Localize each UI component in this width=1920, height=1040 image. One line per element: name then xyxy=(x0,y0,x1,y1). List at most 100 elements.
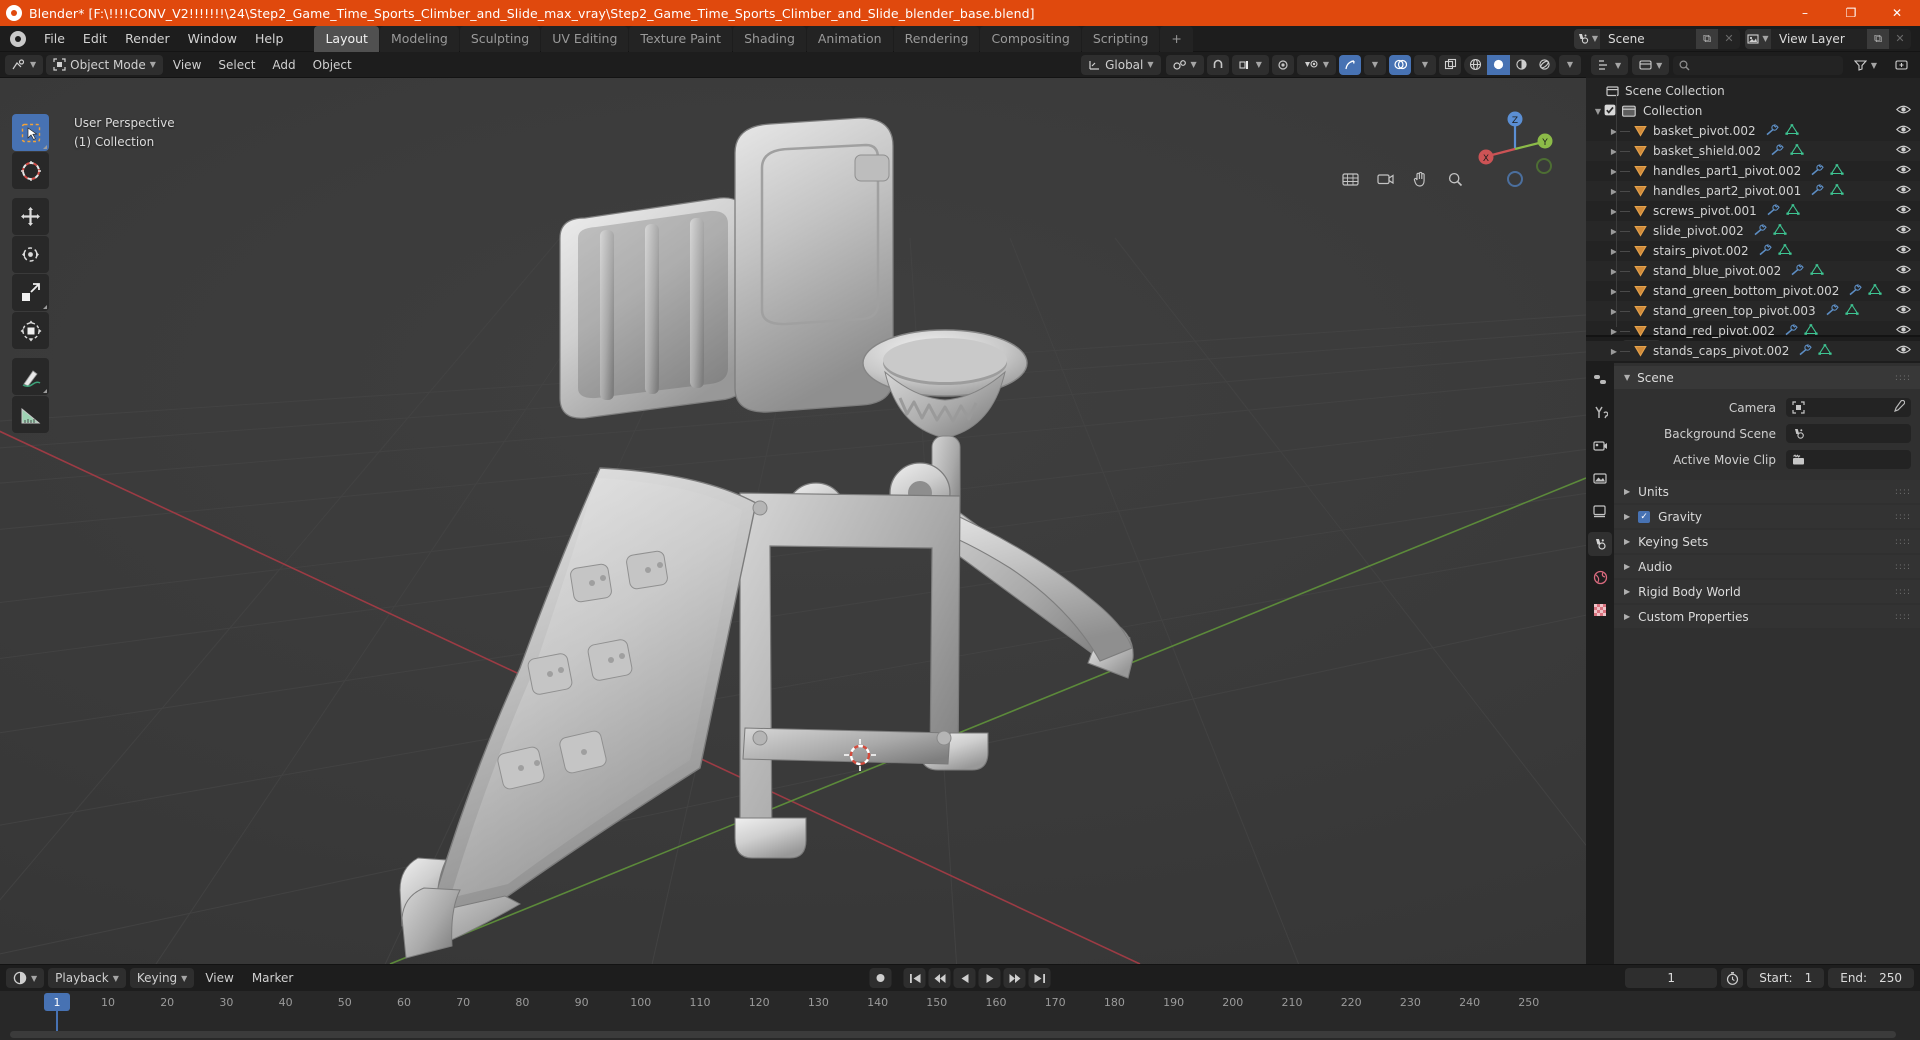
eyedropper-icon[interactable] xyxy=(1893,399,1906,415)
gizmo-dropdown[interactable]: ▼ xyxy=(1364,54,1386,75)
end-frame-field[interactable]: End: 250 xyxy=(1828,968,1914,988)
modifier-icon[interactable] xyxy=(1765,123,1779,139)
timeline-body[interactable] xyxy=(0,1011,1920,1040)
expand-arrow[interactable]: ▶ xyxy=(1608,287,1620,296)
panel-expand-arrow[interactable]: ▶ xyxy=(1624,587,1630,596)
jump-to-end-button[interactable] xyxy=(1028,968,1051,988)
menu-edit[interactable]: Edit xyxy=(74,28,116,49)
expand-arrow[interactable]: ▶ xyxy=(1608,187,1620,196)
prop-tab-scene[interactable] xyxy=(1588,532,1612,556)
shading-dropdown[interactable]: ▼ xyxy=(1559,54,1581,75)
outliner-row-scene-collection[interactable]: ▶ Scene Collection xyxy=(1586,81,1920,101)
outliner-item-row[interactable]: ▶ stands_caps_pivot.002 xyxy=(1586,341,1920,361)
active-movie-clip-field[interactable] xyxy=(1786,450,1911,469)
panel-expand-arrow[interactable]: ▶ xyxy=(1624,562,1630,571)
viewport-menu-select[interactable]: Select xyxy=(211,55,262,75)
prop-tab-tool[interactable] xyxy=(1588,400,1612,424)
outliner-item-row[interactable]: ▶ screws_pivot.001 xyxy=(1586,201,1920,221)
tab-modeling[interactable]: Modeling xyxy=(379,25,459,52)
outliner-item-row[interactable]: ▶ stand_green_bottom_pivot.002 xyxy=(1586,281,1920,301)
object-visibility-icon[interactable] xyxy=(1896,244,1911,258)
gizmo-toggle[interactable] xyxy=(1339,54,1361,75)
menu-render[interactable]: Render xyxy=(116,28,179,49)
timeline-editor-type[interactable]: ▼ xyxy=(6,968,45,988)
modifier-icon[interactable] xyxy=(1770,143,1784,159)
start-frame-field[interactable]: Start: 1 xyxy=(1747,968,1825,988)
tool-scale[interactable] xyxy=(12,274,49,311)
properties-editor[interactable]: ▼ Scene ▼ Scene :::: xyxy=(1586,337,1920,964)
object-visibility-icon[interactable] xyxy=(1896,164,1911,178)
property-panel-gravity[interactable]: ▶ ✓ Gravity:::: xyxy=(1614,505,1920,528)
prop-tab-texture[interactable] xyxy=(1588,598,1612,622)
outliner-display-mode[interactable]: ▼ xyxy=(1632,55,1670,75)
blender-menu-icon[interactable] xyxy=(10,30,26,47)
overlays-toggle[interactable] xyxy=(1389,54,1411,75)
play-button[interactable] xyxy=(978,968,1001,988)
new-scene-button[interactable]: ⧉ xyxy=(1696,28,1718,49)
outliner-item-row[interactable]: ▶ handles_part2_pivot.001 xyxy=(1586,181,1920,201)
outliner-search-input[interactable] xyxy=(1673,55,1843,75)
tab-add-workspace[interactable]: + xyxy=(1160,25,1193,52)
mesh-data-icon[interactable] xyxy=(1778,243,1792,259)
tab-rendering[interactable]: Rendering xyxy=(893,25,980,52)
tool-cursor[interactable] xyxy=(12,152,49,189)
tool-annotate[interactable] xyxy=(12,358,49,395)
mesh-data-icon[interactable] xyxy=(1790,143,1804,159)
new-view-layer-button[interactable]: ⧉ xyxy=(1867,28,1889,49)
outliner-item-row[interactable]: ▶ stairs_pivot.002 xyxy=(1586,241,1920,261)
property-panel-audio[interactable]: ▶ Audio:::: xyxy=(1614,555,1920,578)
outliner-filter-button[interactable]: ▼ xyxy=(1847,55,1884,75)
outliner-new-collection-button[interactable] xyxy=(1888,55,1915,75)
expand-arrow[interactable]: ▶ xyxy=(1608,247,1620,256)
object-visibility-icon[interactable] xyxy=(1896,184,1911,198)
object-visibility-icon[interactable] xyxy=(1896,264,1911,278)
tool-transform[interactable] xyxy=(12,312,49,349)
mesh-data-icon[interactable] xyxy=(1868,283,1883,299)
proportional-falloff-toggle[interactable] xyxy=(1271,54,1294,75)
toggle-camera-view-icon[interactable] xyxy=(1337,166,1363,192)
viewport-menu-add[interactable]: Add xyxy=(265,55,302,75)
mesh-data-icon[interactable] xyxy=(1804,323,1818,339)
shading-material-preview[interactable] xyxy=(1510,55,1533,75)
proportional-editing-selector[interactable]: ▼ xyxy=(1231,54,1269,75)
expand-arrow[interactable]: ▶ xyxy=(1608,207,1620,216)
outliner-item-row[interactable]: ▶ slide_pivot.002 xyxy=(1586,221,1920,241)
shading-wireframe[interactable] xyxy=(1464,55,1487,75)
jump-to-start-button[interactable] xyxy=(903,968,926,988)
panel-expand-arrow[interactable]: ▶ xyxy=(1624,487,1630,496)
property-panel-keying-sets[interactable]: ▶ Keying Sets:::: xyxy=(1614,530,1920,553)
outliner-item-row[interactable]: ▶ stand_red_pivot.002 xyxy=(1586,321,1920,341)
scene-panel-header[interactable]: ▼ Scene :::: xyxy=(1614,366,1920,389)
background-scene-field[interactable] xyxy=(1786,424,1911,443)
modifier-icon[interactable] xyxy=(1810,163,1824,179)
tab-scripting[interactable]: Scripting xyxy=(1081,25,1160,52)
expand-arrow[interactable]: ▶ xyxy=(1608,147,1620,156)
shading-solid[interactable] xyxy=(1487,54,1510,75)
prop-tab-render[interactable] xyxy=(1588,433,1612,457)
mesh-data-icon[interactable] xyxy=(1773,223,1787,239)
xray-toggle[interactable] xyxy=(1439,54,1461,75)
shading-rendered[interactable] xyxy=(1533,55,1556,75)
expand-arrow[interactable]: ▶ xyxy=(1608,327,1620,336)
expand-arrow[interactable]: ▶ xyxy=(1608,127,1620,136)
object-visibility-icon[interactable] xyxy=(1896,324,1911,338)
tab-layout[interactable]: Layout xyxy=(314,25,379,52)
transform-orientation-selector[interactable]: Global ▼ xyxy=(1081,54,1161,75)
camera-view-icon[interactable] xyxy=(1372,166,1398,192)
modifier-icon[interactable] xyxy=(1810,183,1824,199)
3d-viewport[interactable]: ▼ Object Mode ▼ View Select Add Object G… xyxy=(0,52,1586,964)
current-frame-field[interactable]: 1 xyxy=(1625,968,1718,988)
menu-file[interactable]: File xyxy=(35,28,74,49)
mesh-data-icon[interactable] xyxy=(1810,263,1824,279)
timeline-editor[interactable]: ▼ Playback ▼ Keying ▼ View Marker 1 Star… xyxy=(0,964,1920,1040)
maximize-button[interactable]: ❐ xyxy=(1828,0,1874,26)
outliner-editor[interactable]: ▼ ▼ ▼ ▶ xyxy=(1586,52,1920,361)
tool-measure[interactable] xyxy=(12,396,49,433)
modifier-icon[interactable] xyxy=(1825,303,1839,319)
tab-animation[interactable]: Animation xyxy=(806,25,893,52)
outliner-editor-type[interactable]: ▼ xyxy=(1591,55,1629,75)
property-panel-custom-properties[interactable]: ▶ Custom Properties:::: xyxy=(1614,605,1920,628)
outliner-item-row[interactable]: ▶ basket_shield.002 xyxy=(1586,141,1920,161)
mesh-data-icon[interactable] xyxy=(1786,203,1800,219)
object-visibility-icon[interactable] xyxy=(1896,144,1911,158)
